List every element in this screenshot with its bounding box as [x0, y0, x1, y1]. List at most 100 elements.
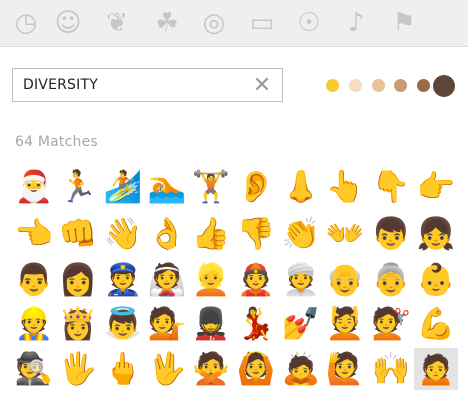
runner-icon: 🏃 [58, 168, 98, 205]
tab-objects[interactable]: ☉ [293, 7, 325, 39]
surfer-icon: 🏄 [103, 168, 143, 205]
emoji-bride-with-veil[interactable]: 👰 [145, 259, 189, 301]
construction-worker-icon: 👷 [14, 305, 54, 342]
girl-icon: 👧 [416, 215, 456, 252]
raising-hands-icon: 🙌 [371, 350, 411, 387]
flag-icon: ⚑ [392, 8, 416, 38]
person-getting-massage-icon: 💆 [325, 305, 365, 342]
emoji-angel[interactable]: 👼 [101, 303, 145, 345]
emoji-open-hands[interactable]: 👐 [323, 213, 367, 255]
bride-with-veil-icon: 👰 [147, 261, 187, 298]
emoji-detective[interactable]: 🕵 [12, 348, 56, 390]
police-officer-icon: 👮 [103, 261, 143, 298]
emoji-flexed-biceps[interactable]: 💪 [414, 303, 458, 345]
clear-search-button[interactable]: ✕ [250, 72, 274, 98]
emoji-pointing-left[interactable]: 👈 [12, 213, 56, 255]
emoji-clapping-hands[interactable]: 👏 [279, 213, 323, 255]
skin-tone-swatch[interactable] [417, 79, 430, 92]
skin-tone-swatch[interactable] [433, 75, 455, 97]
pointing-left-icon: 👈 [14, 215, 54, 252]
emoji-person-tipping-hand[interactable]: 💁 [145, 303, 189, 345]
emoji-pointing-right[interactable]: 👉 [414, 166, 458, 208]
tab-travel[interactable]: ▭ [246, 7, 278, 39]
emoji-ear[interactable]: 👂 [234, 166, 278, 208]
emoji-person-getting-haircut[interactable]: 💇 [369, 303, 413, 345]
pointing-right-icon: 👉 [416, 168, 456, 205]
emoji-person-blond-hair[interactable]: 👱 [189, 259, 233, 301]
emoji-surfer[interactable]: 🏄 [101, 166, 145, 208]
boy-icon: 👦 [371, 215, 411, 252]
emoji-princess[interactable]: 👸 [56, 303, 100, 345]
search-input[interactable] [23, 75, 243, 95]
middle-finger-icon: 🖕 [103, 350, 143, 387]
emoji-thumbs-up[interactable]: 👍 [189, 213, 233, 255]
emoji-waving-hand[interactable]: 👋 [101, 213, 145, 255]
person-frowning-icon: 🙍 [416, 350, 456, 387]
emoji-man[interactable]: 👨 [12, 259, 56, 301]
waving-hand-icon: 👋 [103, 215, 143, 252]
skin-tone-swatch[interactable] [394, 79, 407, 92]
skin-tone-swatch[interactable] [326, 79, 339, 92]
man-with-turban-icon: 👳 [281, 261, 321, 298]
tab-symbols[interactable]: ♪ [340, 7, 372, 39]
emoji-person-getting-massage[interactable]: 💆 [323, 303, 367, 345]
emoji-woman[interactable]: 👩 [56, 259, 100, 301]
tab-smileys[interactable]: ☺ [52, 7, 84, 39]
emoji-ok-hand[interactable]: 👌 [145, 213, 189, 255]
swimmer-icon: 🏊 [147, 168, 187, 205]
tab-animals[interactable]: ❦ [101, 7, 133, 39]
emoji-pointing-up[interactable]: 👆 [323, 166, 367, 208]
close-icon: ✕ [252, 72, 272, 98]
fist-icon: 👊 [58, 215, 98, 252]
dancer-icon: 💃 [236, 305, 276, 342]
tab-activity[interactable]: ◎ [198, 7, 230, 39]
skin-tone-swatch[interactable] [372, 79, 385, 92]
emoji-middle-finger[interactable]: 🖕 [101, 348, 145, 390]
person-blond-hair-icon: 👱 [191, 261, 231, 298]
smiley-icon: ☺ [54, 8, 82, 38]
guard-icon: 💂 [191, 305, 231, 342]
emoji-raised-hand-fingers-splayed[interactable]: 🖐 [56, 348, 100, 390]
emoji-police-officer[interactable]: 👮 [101, 259, 145, 301]
emoji-construction-worker[interactable]: 👷 [12, 303, 56, 345]
basketball-icon: ◎ [202, 8, 226, 38]
tab-flags[interactable]: ⚑ [388, 7, 420, 39]
person-tipping-hand-icon: 💁 [147, 305, 187, 342]
detective-icon: 🕵 [14, 350, 54, 387]
emoji-boy[interactable]: 👦 [369, 213, 413, 255]
emoji-old-man[interactable]: 👴 [323, 259, 367, 301]
open-hands-icon: 👐 [325, 215, 365, 252]
emoji-person-gesturing-no[interactable]: 🙅 [189, 348, 233, 390]
emoji-vulcan-salute[interactable]: 🖖 [145, 348, 189, 390]
emoji-nail-polish[interactable]: 💅 [279, 303, 323, 345]
emoji-dancer[interactable]: 💃 [234, 303, 278, 345]
tab-food[interactable]: ☘ [151, 7, 183, 39]
emoji-raising-hands[interactable]: 🙌 [369, 348, 413, 390]
tab-recent[interactable]: ◷ [10, 7, 42, 39]
weight-lifter-icon: 🏋 [191, 168, 231, 205]
santa-icon: 🎅 [14, 168, 54, 205]
pointing-up-icon: 👆 [325, 168, 365, 205]
emoji-guard[interactable]: 💂 [189, 303, 233, 345]
emoji-weight-lifter[interactable]: 🏋 [189, 166, 233, 208]
emoji-person-frowning[interactable]: 🙍 [414, 348, 458, 390]
emoji-nose[interactable]: 👃 [279, 166, 323, 208]
emoji-pointing-down[interactable]: 👇 [369, 166, 413, 208]
thumbs-up-icon: 👍 [191, 215, 231, 252]
category-tab-bar: ◷ ☺ ❦ ☘ ◎ ▭ ☉ ♪ ⚑ [0, 0, 468, 47]
emoji-man-with-cap[interactable]: 👲 [234, 259, 278, 301]
emoji-santa[interactable]: 🎅 [12, 166, 56, 208]
emoji-person-gesturing-ok[interactable]: 🙆 [234, 348, 278, 390]
emoji-baby[interactable]: 👶 [414, 259, 458, 301]
emoji-man-with-turban[interactable]: 👳 [279, 259, 323, 301]
emoji-swimmer[interactable]: 🏊 [145, 166, 189, 208]
emoji-person-bowing[interactable]: 🙇 [279, 348, 323, 390]
emoji-person-raising-hand[interactable]: 🙋 [323, 348, 367, 390]
emoji-girl[interactable]: 👧 [414, 213, 458, 255]
emoji-old-woman[interactable]: 👵 [369, 259, 413, 301]
emoji-thumbs-down[interactable]: 👎 [234, 213, 278, 255]
skin-tone-swatch[interactable] [349, 79, 362, 92]
emoji-fist[interactable]: 👊 [56, 213, 100, 255]
apple-icon: ☘ [155, 8, 179, 38]
emoji-runner[interactable]: 🏃 [56, 166, 100, 208]
